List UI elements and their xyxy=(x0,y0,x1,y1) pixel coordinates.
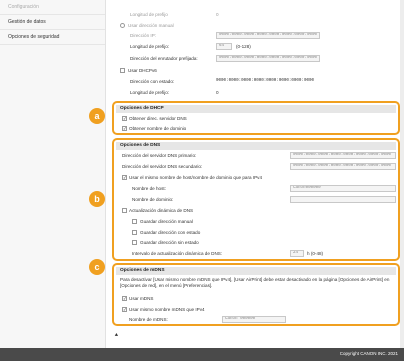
stateful-address-label: Dirección con estado: xyxy=(130,79,175,84)
use-mdns-checkbox[interactable] xyxy=(122,296,127,301)
primary-dns-label: Dirección del servidor DNS primario: xyxy=(122,153,197,158)
callout-c-badge: c xyxy=(89,259,105,275)
register-manual-checkbox[interactable] xyxy=(132,219,137,224)
dhcp-options-section: Opciones de DHCP Obtener direc. servidor… xyxy=(112,101,400,135)
sidebar-item-opciones-seguridad[interactable]: Opciones de seguridad xyxy=(0,30,105,45)
same-host-domain-checkbox[interactable] xyxy=(122,175,127,180)
stateful-address-value: 0000:0000:0000:0000:0000:0000:0000:0000 xyxy=(216,79,315,83)
use-manual-address-checkbox[interactable] xyxy=(120,23,125,28)
settings-panel: Longitud de prefijo 0 Usar dirección man… xyxy=(108,0,400,348)
callout-a-badge: a xyxy=(89,108,105,124)
mdns-name-label: Nombre de mDNS: xyxy=(129,317,168,322)
prefix-length2-value: 0 xyxy=(216,90,219,95)
dns-options-section: Opciones de DNS Dirección del servidor D… xyxy=(112,138,400,261)
same-host-domain-label: Usar el mismo nombre de host/nombre de d… xyxy=(129,175,263,180)
default-gateway-input[interactable]: 0000:0000:0000:0000:0000:0000:0000:0000 xyxy=(216,55,320,62)
use-dhcpv6-label: Usar DHCPv6 xyxy=(128,68,157,73)
primary-dns-input[interactable]: 0000:0000:0000:0000:0000:0000:0000:0000 xyxy=(290,152,396,159)
arrow-up-icon[interactable]: ⯅ xyxy=(114,333,119,340)
domain-name-input[interactable] xyxy=(290,196,396,203)
dynamic-interval-input[interactable]: 24 xyxy=(290,250,304,257)
same-mdns-name-label: Usar mismo nombre mDNS que IPv4 xyxy=(129,307,205,312)
sidebar-item-configuracion[interactable]: Configuración xyxy=(0,0,105,15)
default-gateway-label: Dirección del enrutador prefijada: xyxy=(130,56,198,61)
dynamic-interval-hint: h (0-48) xyxy=(307,251,324,256)
mdns-options-section: Opciones de mDNS Para desactivar [Usar m… xyxy=(112,263,400,326)
same-mdns-name-checkbox[interactable] xyxy=(122,307,127,312)
dynamic-interval-label: Intervalo de actualización dinámica de D… xyxy=(132,251,223,256)
get-domain-name-label: Obtener nombre de dominio xyxy=(129,126,187,131)
get-dns-server-label: Obtener direc. servidor DNS xyxy=(129,116,187,121)
get-domain-name-checkbox[interactable] xyxy=(122,126,127,131)
use-manual-address-label: Usar dirección manual xyxy=(128,23,174,28)
prefix-length-label: Longitud de prefijo: xyxy=(130,44,170,49)
vertical-scrollbar[interactable] xyxy=(400,0,404,348)
sidebar-item-gestion-datos[interactable]: Gestión de datos xyxy=(0,15,105,30)
dhcp-options-title: Opciones de DHCP xyxy=(116,105,396,113)
prefix-length-input[interactable]: 64 xyxy=(216,43,232,50)
prefix-length-hint: (0-128) xyxy=(236,44,251,49)
prefix-length-top-label: Longitud de prefijo xyxy=(130,12,168,17)
callout-b-badge: b xyxy=(89,191,105,207)
use-mdns-label: Usar mDNS xyxy=(129,296,154,301)
register-stateful-label: Guardar dirección con estado xyxy=(140,230,201,235)
secondary-dns-input[interactable]: 0000:0000:0000:0000:0000:0000:0000:0000 xyxy=(290,163,396,170)
get-dns-server-checkbox[interactable] xyxy=(122,116,127,121)
register-manual-label: Guardar dirección manual xyxy=(140,219,193,224)
ip-address-input[interactable]: 0000:0000:0000:0000:0000:0000:0000:0000 xyxy=(216,32,320,39)
mdns-options-title: Opciones de mDNS xyxy=(116,267,396,275)
mdns-name-input[interactable]: Canon 000000 xyxy=(222,316,286,323)
prefix-length2-label: Longitud de prefijo: xyxy=(130,90,170,95)
copyright-text: Copyright CANON INC. 2021 xyxy=(339,351,398,356)
host-name-input[interactable]: Canon000000 xyxy=(290,185,396,192)
footer: Copyright CANON INC. 2021 xyxy=(0,348,404,361)
prefix-length-top-value: 0 xyxy=(216,12,219,17)
domain-name-label: Nombre de dominio: xyxy=(132,197,174,202)
mdns-note: Para desactivar [Usar mismo nombre mDNS … xyxy=(120,277,390,288)
ip-address-label: Dirección IP: xyxy=(130,33,157,38)
dns-options-title: Opciones de DNS xyxy=(116,142,396,150)
register-stateless-checkbox[interactable] xyxy=(132,240,137,245)
host-name-label: Nombre de host: xyxy=(132,186,166,191)
secondary-dns-label: Dirección del servidor DNS secundario: xyxy=(122,164,203,169)
register-stateless-label: Guardar dirección sin estado xyxy=(140,240,199,245)
dynamic-dns-checkbox[interactable] xyxy=(122,208,127,213)
dynamic-dns-label: Actualización dinámica de DNS xyxy=(129,208,194,213)
sidebar: Configuración Gestión de datos Opciones … xyxy=(0,0,106,348)
use-dhcpv6-checkbox[interactable] xyxy=(120,68,125,73)
register-stateful-checkbox[interactable] xyxy=(132,230,137,235)
